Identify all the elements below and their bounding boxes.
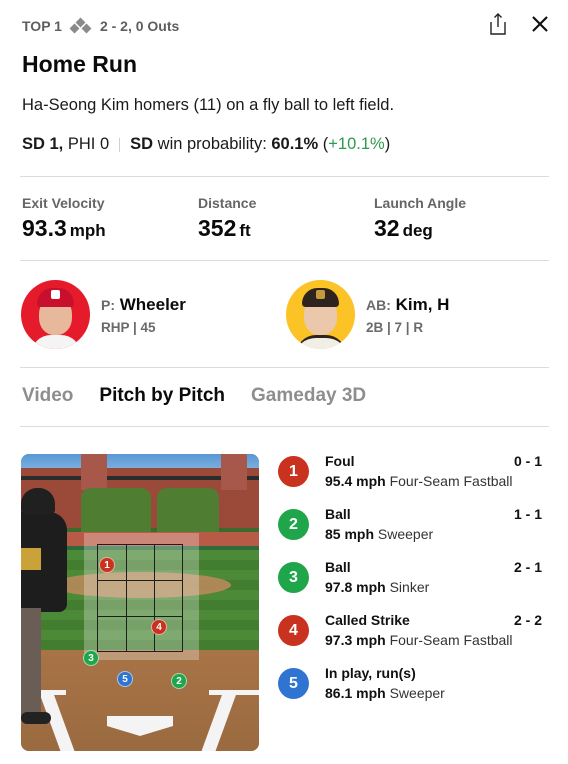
pitch-row[interactable]: 4 Called Strike 2 - 2 97.3 mph Four-Seam…	[278, 612, 544, 665]
pitch-number-badge: 5	[278, 668, 309, 699]
score-leader: SD 1,	[22, 135, 64, 153]
pitch-type: Four-Seam Fastball	[389, 632, 513, 648]
separator	[119, 137, 121, 152]
pitch-result: Ball	[325, 506, 351, 522]
pitch-result: Called Strike	[325, 612, 410, 628]
pitch-row[interactable]: 3 Ball 2 - 1 97.8 mph Sinker	[278, 559, 544, 612]
stat-label: Launch Angle	[374, 195, 467, 211]
close-icon	[532, 16, 548, 32]
win-prob-team: SD	[130, 135, 154, 153]
win-prob-value: 60.1%	[271, 135, 319, 153]
pitch-result: Ball	[325, 559, 351, 575]
pitcher-name: Wheeler	[119, 294, 186, 314]
divider	[20, 426, 549, 427]
pitch-marker-4[interactable]: 4	[151, 619, 167, 635]
pitcher-role: P:	[101, 296, 115, 313]
stat-number: 352	[198, 215, 237, 241]
pitch-detail: 97.8 mph Sinker	[325, 579, 429, 595]
share-button[interactable]	[485, 10, 511, 38]
pitch-speed: 86.1 mph	[325, 685, 386, 701]
paren-close: )	[384, 135, 391, 153]
pitch-count: 1 - 1	[513, 506, 542, 522]
play-title: Home Run	[22, 51, 137, 77]
pitch-number-badge: 4	[278, 615, 309, 646]
pitch-number-badge: 2	[278, 509, 309, 540]
stat-label: Distance	[198, 195, 257, 211]
pitch-speed: 85 mph	[325, 526, 375, 542]
pitch-list: 1 Foul 0 - 1 95.4 mph Four-Seam Fastball…	[278, 453, 544, 718]
pitch-result: Foul	[325, 453, 355, 469]
pitch-row[interactable]: 5 In play, run(s) 86.1 mph Sweeper	[278, 665, 544, 718]
stat-exit-velocity: Exit Velocity 93.3 mph	[22, 195, 106, 242]
pitch-number-badge: 1	[278, 456, 309, 487]
batter-details: 2B | 7 | R	[366, 319, 424, 335]
inning-label: TOP 1	[22, 18, 62, 34]
stat-number: 32	[374, 215, 400, 241]
pitch-count: 2 - 2	[513, 612, 542, 628]
pitch-marker-2[interactable]: 2	[171, 673, 187, 689]
pitch-detail: 86.1 mph Sweeper	[325, 685, 445, 701]
batter-role: AB:	[366, 296, 391, 313]
play-description: Ha-Seong Kim homers (11) on a fly ball t…	[22, 96, 395, 114]
pitch-row[interactable]: 2 Ball 1 - 1 85 mph Sweeper	[278, 506, 544, 559]
batter-avatar	[286, 280, 355, 349]
strike-zone-view: 1 2 3 4 5	[21, 454, 259, 751]
divider	[20, 260, 549, 261]
game-situation: TOP 1 2 - 2, 0 Outs	[22, 16, 179, 36]
divider	[20, 176, 549, 177]
pitch-type: Sweeper	[389, 685, 445, 701]
count-outs-label: 2 - 2, 0 Outs	[99, 18, 180, 34]
tab-gameday-3d[interactable]: Gameday 3D	[251, 385, 366, 407]
pitch-speed: 97.3 mph	[325, 632, 386, 648]
score-line: SD 1, PHI 0 SD win probability: 60.1% (+…	[22, 135, 390, 154]
win-prob-label: win probability:	[153, 135, 272, 153]
pitch-type: Sinker	[389, 579, 430, 595]
tab-video[interactable]: Video	[22, 385, 73, 407]
stat-label: Exit Velocity	[22, 195, 105, 211]
pitch-row[interactable]: 1 Foul 0 - 1 95.4 mph Four-Seam Fastball	[278, 453, 544, 506]
batter-figure	[21, 488, 67, 728]
stat-unit: mph	[69, 221, 106, 240]
pitch-count: 2 - 1	[513, 559, 542, 575]
stat-launch-angle: Launch Angle 32 deg	[374, 195, 466, 242]
stat-number: 93.3	[22, 215, 67, 241]
stat-value: 32 deg	[374, 215, 466, 242]
paren-open: (	[318, 135, 329, 153]
pitch-detail: 85 mph Sweeper	[325, 526, 433, 542]
pitch-marker-1[interactable]: 1	[99, 557, 115, 573]
pitch-detail: 95.4 mph Four-Seam Fastball	[325, 473, 513, 489]
stat-unit: deg	[402, 221, 433, 240]
batter-name: Kim, H	[395, 294, 450, 314]
pitcher-avatar	[21, 280, 90, 349]
batter-card[interactable]: AB: Kim, H 2B | 7 | R	[286, 280, 449, 349]
tab-bar: Video Pitch by Pitch Gameday 3D	[22, 385, 392, 407]
pitch-result: In play, run(s)	[325, 665, 416, 681]
pitch-type: Four-Seam Fastball	[389, 473, 513, 489]
divider	[20, 367, 549, 368]
pitch-number-badge: 3	[278, 562, 309, 593]
pitch-count: 0 - 1	[513, 453, 542, 469]
score-trailer: PHI 0	[63, 135, 110, 153]
stat-value: 352 ft	[198, 215, 256, 242]
stat-distance: Distance 352 ft	[198, 195, 256, 242]
pitch-marker-5[interactable]: 5	[117, 671, 133, 687]
bases-diamond-icon	[69, 17, 92, 34]
win-prob-delta: +10.1%	[328, 135, 385, 153]
pitch-detail: 97.3 mph Four-Seam Fastball	[325, 632, 513, 648]
pitch-speed: 95.4 mph	[325, 473, 386, 489]
stat-value: 93.3 mph	[22, 215, 106, 242]
pitch-speed: 97.8 mph	[325, 579, 386, 595]
share-icon	[490, 13, 506, 35]
stat-unit: ft	[239, 221, 251, 240]
tab-pitch-by-pitch[interactable]: Pitch by Pitch	[99, 385, 225, 407]
pitcher-details: RHP | 45	[101, 319, 156, 335]
close-button[interactable]	[527, 10, 553, 38]
pitcher-card[interactable]: P: Wheeler RHP | 45	[21, 280, 186, 349]
pitch-marker-3[interactable]: 3	[83, 650, 99, 666]
pitch-type: Sweeper	[377, 526, 434, 542]
